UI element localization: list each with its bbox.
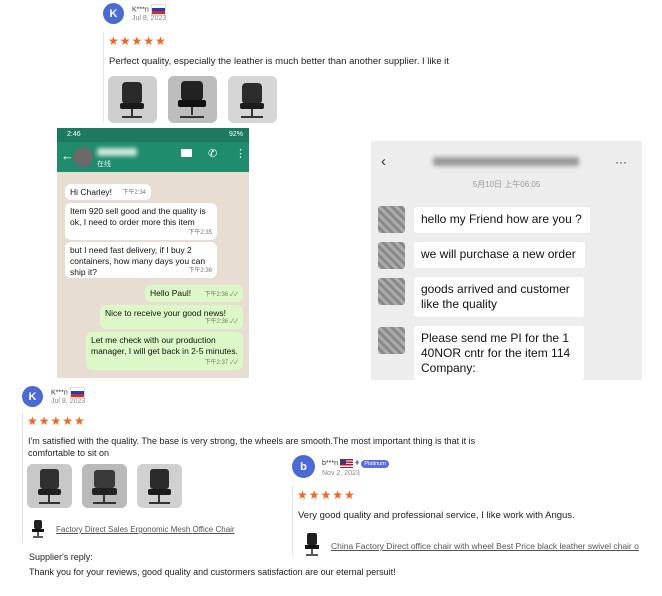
- chat-date: 5月10日 上午06:05: [472, 180, 541, 189]
- review-photo-3[interactable]: [228, 76, 277, 123]
- diamond-icon: ♦: [354, 457, 360, 467]
- reviewer-avatar: K: [103, 3, 124, 24]
- product-link[interactable]: Factory Direct Sales Ergonomic Mesh Offi…: [56, 525, 235, 534]
- phone-status-bar: 2:46 92%: [57, 128, 249, 142]
- contact-status: 在线: [97, 161, 111, 168]
- sender-avatar: [378, 206, 405, 233]
- chair-photo-icon: [27, 464, 72, 508]
- chat-message: goods arrived and customer like the qual…: [414, 277, 584, 317]
- message-text: goods arrived and customer like the qual…: [421, 282, 570, 311]
- sender-avatar: [378, 327, 405, 354]
- supplier-reply-label: Supplier's reply:: [29, 552, 93, 562]
- reviewer-name: K***n: [132, 6, 149, 14]
- status-time: 2:46: [67, 131, 81, 138]
- review-text: I'm satisfied with the quality. The base…: [28, 436, 476, 458]
- more-options-icon[interactable]: ···: [615, 155, 627, 169]
- review-photo-2[interactable]: [82, 464, 127, 508]
- message-text: we will purchase a new order: [421, 247, 576, 261]
- sender-avatar: [378, 278, 405, 305]
- chair-photo-icon: [82, 464, 127, 508]
- chat-message: Hello Paul! 下午2:36 ✓✓: [145, 285, 243, 302]
- review-body-bar: [22, 413, 24, 543]
- chair-photo-icon: [137, 464, 182, 508]
- review-date: Jul 8, 2023: [132, 15, 167, 22]
- product-link[interactable]: China Factory Direct office chair with w…: [331, 541, 662, 551]
- chat-header: ← 在线 ✆ ⋮: [57, 142, 249, 172]
- product-chair-icon: [304, 533, 320, 557]
- message-time: 下午2:35: [188, 230, 212, 236]
- supplier-reply-text: Thank you for your reviews, good quality…: [29, 567, 396, 577]
- message-time: 下午2:34: [122, 190, 146, 196]
- product-chair-icon: [31, 520, 45, 538]
- rating-stars: ★★★★★: [297, 488, 356, 502]
- chat-message: Hi Charley! 下午2:34: [65, 184, 151, 200]
- review-date: Jul 8, 2023: [51, 398, 86, 405]
- sender-avatar: [378, 242, 405, 269]
- wechat-screenshot: ‹ ··· 5月10日 上午06:05 hello my Friend how …: [371, 141, 642, 380]
- review-text: Perfect quality, especially the leather …: [109, 56, 449, 67]
- chair-photo-icon: [228, 76, 277, 123]
- platinum-badge: Platinum: [361, 460, 389, 468]
- reviewer-name-row: b***n ♦ Platinum: [322, 457, 389, 468]
- whatsapp-screenshot: 2:46 92% ← 在线 ✆ ⋮ Hi Charley! 下午2:34 Item…: [57, 128, 249, 378]
- battery-status: 92%: [228, 131, 243, 138]
- reviewer-avatar: b: [292, 455, 315, 478]
- reviewer-name: b***n: [322, 460, 338, 467]
- message-text: hello my Friend how are you ?: [421, 212, 582, 226]
- chat-message: Let me check with our production manager…: [86, 332, 243, 370]
- review-photo-2[interactable]: [168, 76, 217, 123]
- russia-flag-icon: [150, 4, 166, 15]
- review-photo-3[interactable]: [137, 464, 182, 508]
- chat-message: Item 920 sell good and the quality is ok…: [65, 203, 217, 240]
- message-time: 下午2:36 ✓✓: [204, 319, 238, 325]
- review-photo-1[interactable]: [27, 464, 72, 508]
- reviewer-name-row: K***n: [132, 4, 166, 15]
- message-text: Hi Charley!: [70, 187, 113, 197]
- chat-message: Nice to receive your good news! 下午2:36 ✓✓: [100, 305, 243, 329]
- rating-stars: ★★★★★: [108, 34, 167, 48]
- chair-photo-icon: [108, 76, 157, 123]
- reviewer-name-row: K***n: [51, 387, 85, 398]
- contact-avatar: [73, 147, 93, 167]
- contact-name-blurred: [97, 148, 137, 156]
- message-text: Let me check with our production manager…: [91, 335, 238, 356]
- back-chevron-icon[interactable]: ‹: [381, 153, 386, 170]
- chat-message: but I need fast delivery, if I buy 2 con…: [65, 242, 217, 278]
- message-text: Item 920 sell good and the quality is ok…: [70, 206, 206, 227]
- usa-flag-icon: [339, 458, 353, 468]
- chat-message: hello my Friend how are you ?: [414, 207, 590, 233]
- chat-title-blurred: [433, 157, 579, 166]
- review-date: Nov 2, 2023: [322, 470, 360, 477]
- chair-photo-icon: [168, 76, 217, 123]
- message-text: but I need fast delivery, if I buy 2 con…: [70, 245, 206, 277]
- rating-stars: ★★★★★: [27, 414, 86, 428]
- chat-message: Please send me PI for the 1 40NOR cntr f…: [414, 326, 584, 380]
- reviewer-name: K***n: [51, 389, 68, 397]
- menu-dots-icon[interactable]: ⋮: [235, 147, 246, 160]
- phone-call-icon[interactable]: ✆: [208, 147, 217, 160]
- review-photo-1[interactable]: [108, 76, 157, 123]
- message-text: Please send me PI for the 1 40NOR cntr f…: [421, 331, 571, 375]
- russia-flag-icon: [69, 387, 85, 398]
- chat-message: we will purchase a new order: [414, 242, 585, 268]
- message-time: 下午2:37 ✓✓: [204, 360, 238, 366]
- video-call-icon[interactable]: [181, 149, 192, 157]
- review-body-bar: [292, 485, 294, 557]
- reviewer-avatar: K: [22, 386, 43, 407]
- review-text: Very good quality and professional servi…: [298, 510, 575, 521]
- message-time: 下午2:36: [188, 268, 212, 274]
- review-body-bar: [103, 32, 105, 122]
- message-text: Hello Paul!: [150, 288, 192, 298]
- message-time: 下午2:36 ✓✓: [204, 292, 238, 298]
